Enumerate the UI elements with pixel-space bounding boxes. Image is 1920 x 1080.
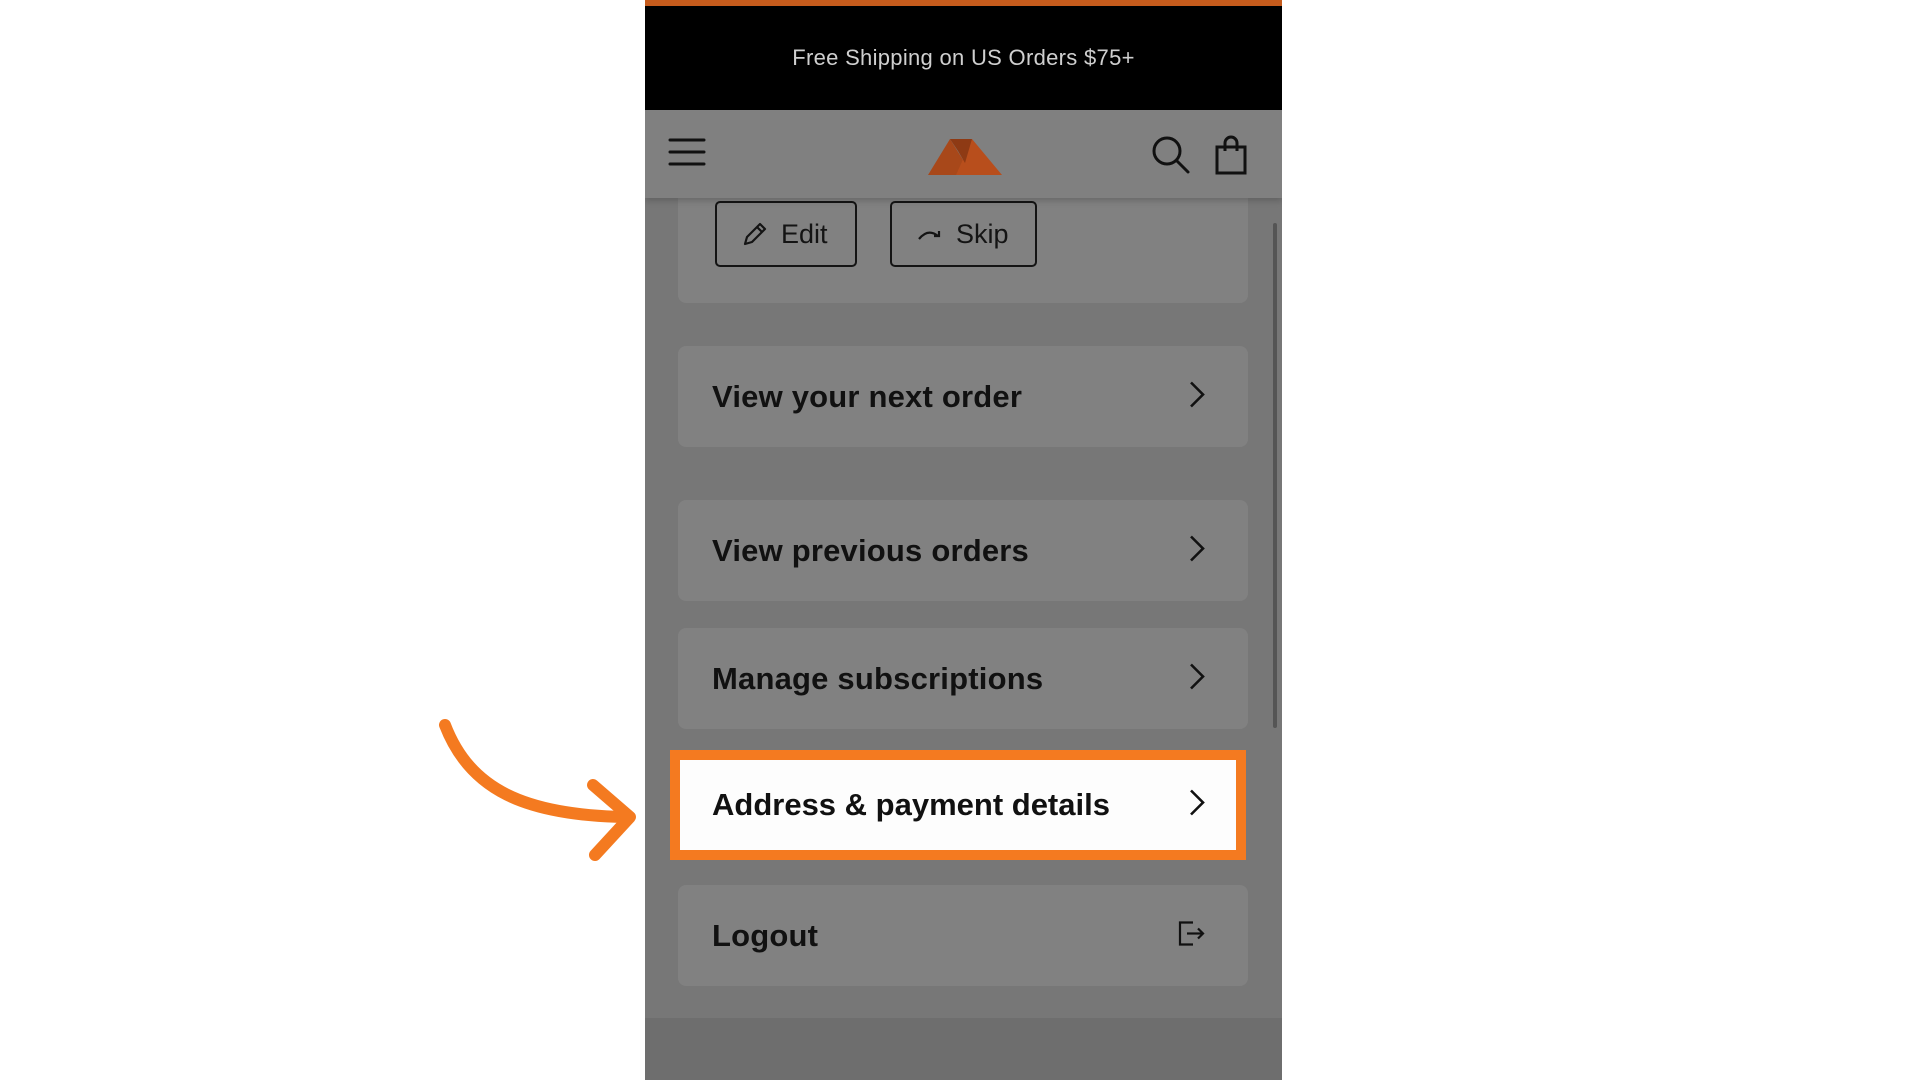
skip-arrow-icon bbox=[918, 231, 941, 240]
edit-label: Edit bbox=[781, 218, 828, 249]
edit-button[interactable]: Edit bbox=[715, 201, 857, 267]
menu-item-label: View previous orders bbox=[712, 532, 1029, 568]
chevron-right-icon bbox=[1188, 379, 1206, 414]
menu-item-next-order[interactable]: View your next order bbox=[678, 346, 1248, 447]
menu-item-label: View your next order bbox=[712, 378, 1023, 414]
menu-item-label: Address & payment details bbox=[712, 787, 1110, 822]
menu-item-address-payment[interactable]: Address & payment details bbox=[680, 760, 1236, 850]
hamburger-menu-icon[interactable] bbox=[667, 132, 707, 172]
skip-button[interactable]: Skip bbox=[890, 201, 1037, 267]
mobile-viewport: Free Shipping on US Orders $75+ Edit Ski… bbox=[645, 0, 1282, 1080]
pencil-icon bbox=[743, 222, 767, 246]
footer-strip bbox=[645, 1018, 1282, 1080]
announcement-text: Free Shipping on US Orders $75+ bbox=[792, 45, 1135, 70]
site-header bbox=[645, 110, 1282, 198]
search-icon[interactable] bbox=[1150, 134, 1192, 176]
menu-item-previous-orders[interactable]: View previous orders bbox=[678, 500, 1248, 601]
shopping-bag-icon[interactable] bbox=[1213, 134, 1249, 176]
skip-label: Skip bbox=[956, 218, 1009, 249]
pointer-arrow-icon bbox=[439, 719, 636, 861]
chevron-right-icon bbox=[1188, 788, 1206, 823]
menu-item-label: Manage subscriptions bbox=[712, 660, 1044, 696]
menu-item-manage-subscriptions[interactable]: Manage subscriptions bbox=[678, 628, 1248, 729]
menu-item-logout[interactable]: Logout bbox=[678, 885, 1248, 986]
announcement-bar: Free Shipping on US Orders $75+ bbox=[645, 6, 1282, 110]
account-menu-area: Edit Skip View your next order View prev… bbox=[645, 158, 1282, 1018]
chevron-right-icon bbox=[1188, 661, 1206, 696]
menu-item-label: Logout bbox=[712, 917, 819, 953]
brand-logo[interactable] bbox=[927, 134, 1003, 176]
chevron-right-icon bbox=[1188, 533, 1206, 568]
logout-icon bbox=[1176, 918, 1206, 953]
scrollbar[interactable] bbox=[1273, 223, 1277, 728]
